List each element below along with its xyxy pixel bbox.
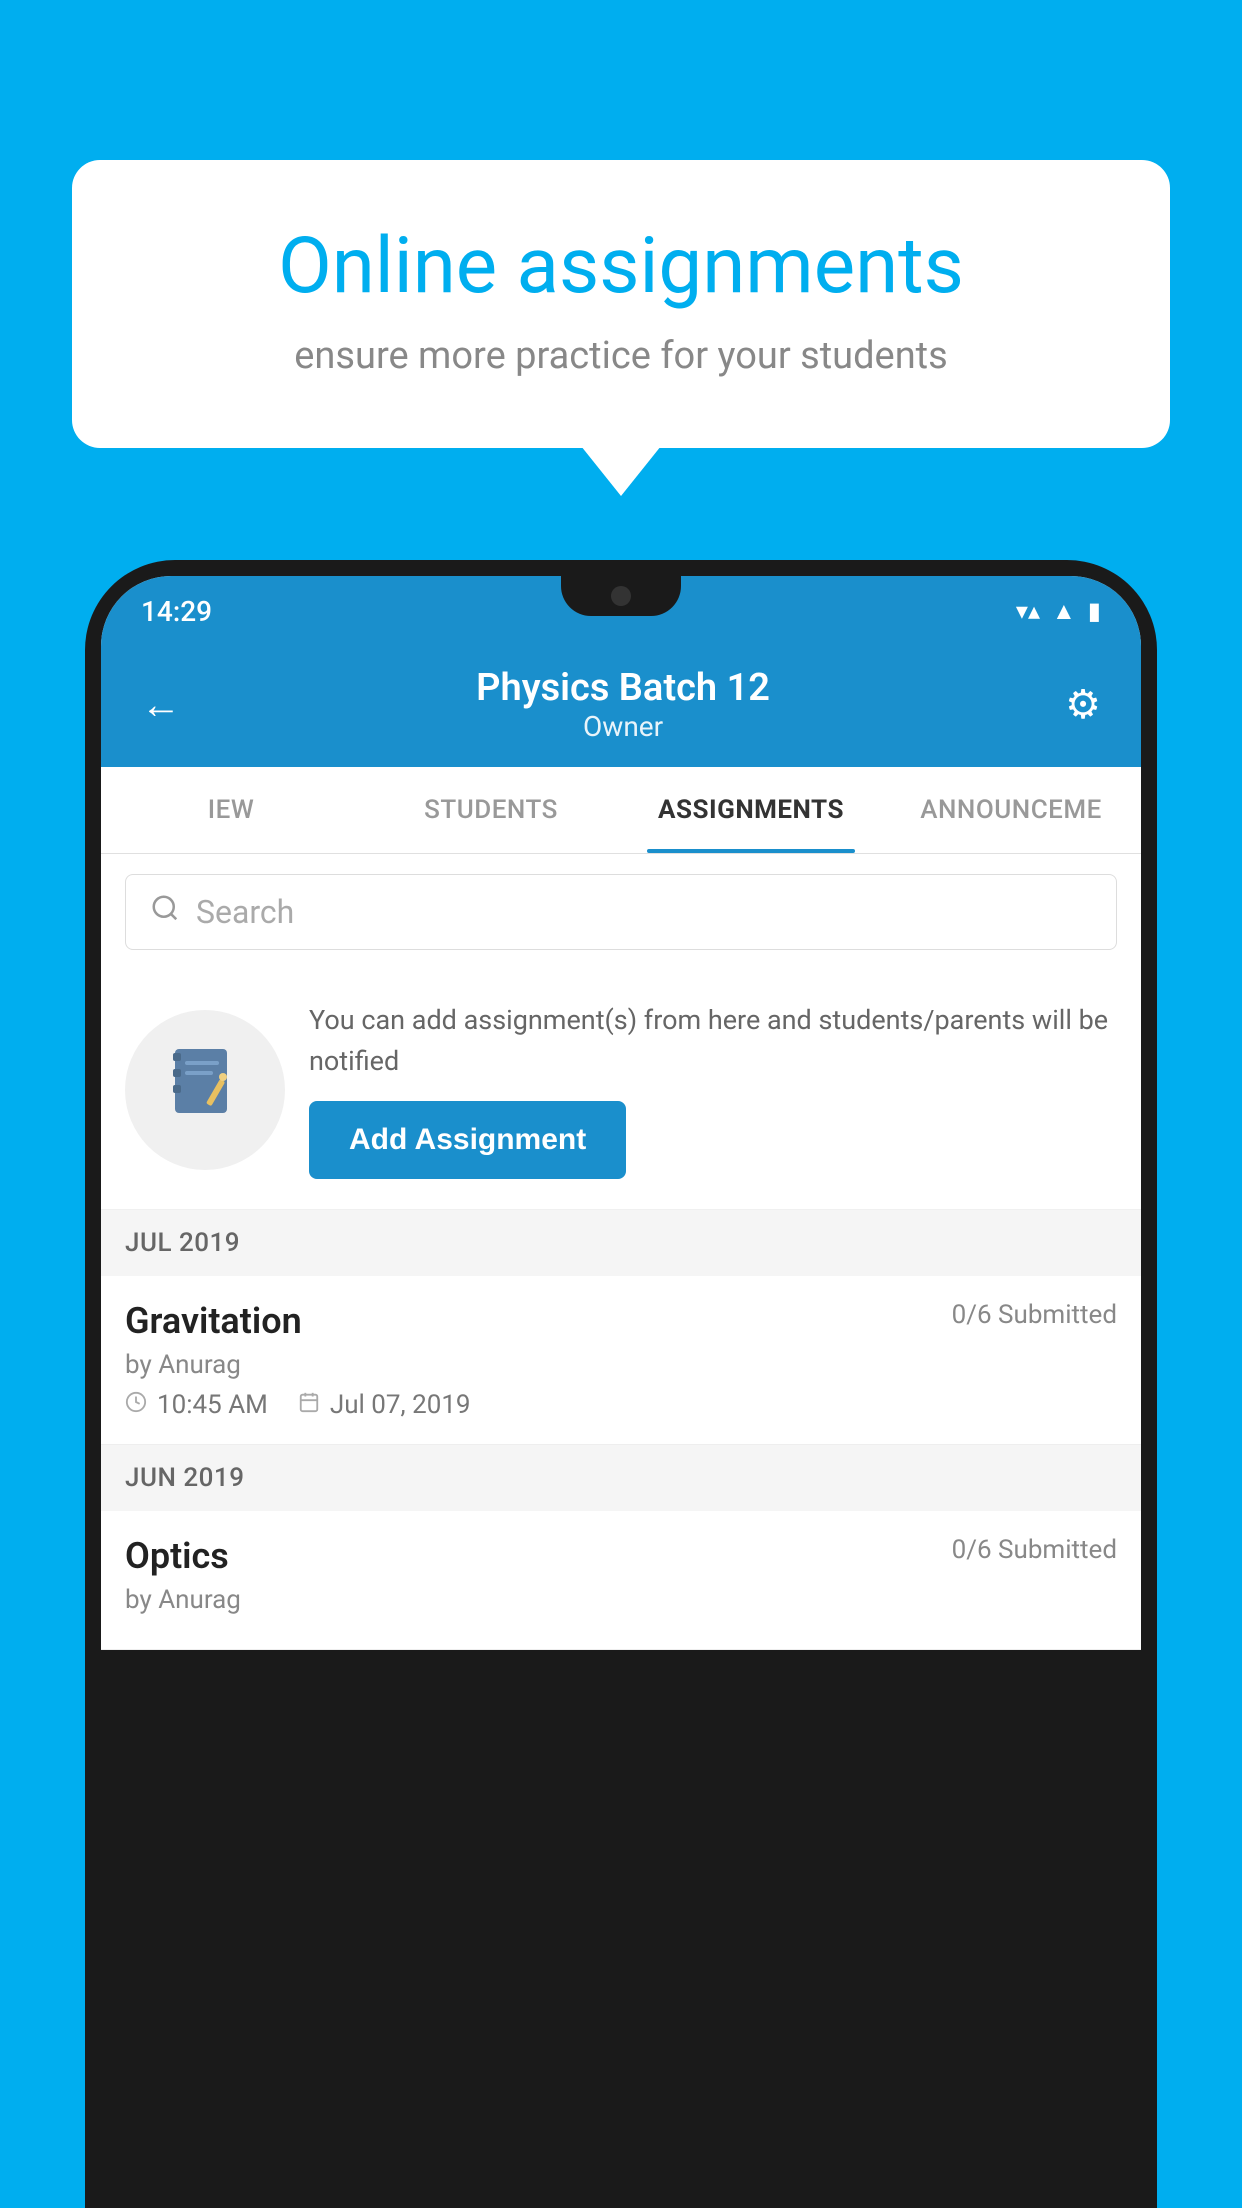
status-icons: ▾▴ ▲ ▮	[1016, 597, 1101, 626]
status-time: 14:29	[141, 595, 212, 628]
settings-icon[interactable]: ⚙	[1065, 681, 1101, 728]
assignment-date: Jul 07, 2019	[298, 1390, 471, 1420]
calendar-icon	[298, 1391, 320, 1419]
header-title: Physics Batch 12	[476, 666, 770, 710]
assignment-time-value: 10:45 AM	[157, 1390, 268, 1420]
assignment-status-optics: 0/6 Submitted	[952, 1535, 1117, 1565]
back-button[interactable]: ←	[141, 681, 181, 728]
promo-description: You can add assignment(s) from here and …	[309, 1000, 1117, 1081]
search-icon	[150, 893, 180, 931]
phone-screen: 14:29 ▾▴ ▲ ▮ ← Physics Batch 12 Owner ⚙ …	[101, 576, 1141, 1650]
notebook-icon	[165, 1041, 245, 1139]
assignment-author: by Anurag	[125, 1350, 1117, 1380]
assignment-author-optics: by Anurag	[125, 1585, 1117, 1615]
clock-icon	[125, 1391, 147, 1419]
tab-iew[interactable]: IEW	[101, 767, 361, 853]
tabs-bar: IEW STUDENTS ASSIGNMENTS ANNOUNCEME	[101, 767, 1141, 854]
wifi-icon: ▾▴	[1016, 597, 1040, 625]
assignment-name-optics: Optics	[125, 1535, 229, 1577]
phone-frame: 14:29 ▾▴ ▲ ▮ ← Physics Batch 12 Owner ⚙ …	[85, 560, 1157, 2208]
notch	[561, 576, 681, 616]
assignment-item-gravitation[interactable]: Gravitation 0/6 Submitted by Anurag 10:4…	[101, 1276, 1141, 1445]
assignment-name: Gravitation	[125, 1300, 302, 1342]
status-bar: 14:29 ▾▴ ▲ ▮	[101, 576, 1141, 646]
battery-icon: ▮	[1088, 597, 1101, 625]
header-title-group: Physics Batch 12 Owner	[476, 666, 770, 743]
header-subtitle: Owner	[476, 710, 770, 743]
app-header: ← Physics Batch 12 Owner ⚙	[101, 646, 1141, 767]
assignment-item-optics[interactable]: Optics 0/6 Submitted by Anurag	[101, 1511, 1141, 1650]
assignment-row1: Gravitation 0/6 Submitted	[125, 1300, 1117, 1342]
promo-icon-circle	[125, 1010, 285, 1170]
promo-text-group: You can add assignment(s) from here and …	[309, 1000, 1117, 1179]
notch-camera	[611, 586, 631, 606]
speech-bubble: Online assignments ensure more practice …	[72, 160, 1170, 448]
search-bar[interactable]: Search	[125, 874, 1117, 950]
assignment-date-value: Jul 07, 2019	[330, 1390, 471, 1420]
assignment-status: 0/6 Submitted	[952, 1300, 1117, 1330]
search-bar-container: Search	[101, 854, 1141, 970]
search-input-placeholder: Search	[196, 893, 294, 931]
tab-students[interactable]: STUDENTS	[361, 767, 621, 853]
promo-section: You can add assignment(s) from here and …	[101, 970, 1141, 1210]
bubble-subtitle: ensure more practice for your students	[152, 334, 1090, 378]
assignment-meta: 10:45 AM Jul 07, 2019	[125, 1390, 1117, 1420]
section-header-jun: JUN 2019	[101, 1445, 1141, 1511]
assignment-row1-optics: Optics 0/6 Submitted	[125, 1535, 1117, 1577]
speech-bubble-container: Online assignments ensure more practice …	[72, 160, 1170, 448]
assignment-time: 10:45 AM	[125, 1390, 268, 1420]
section-header-jul: JUL 2019	[101, 1210, 1141, 1276]
tab-assignments[interactable]: ASSIGNMENTS	[621, 767, 881, 853]
tab-announcements[interactable]: ANNOUNCEME	[881, 767, 1141, 853]
add-assignment-button[interactable]: Add Assignment	[309, 1101, 626, 1179]
bubble-title: Online assignments	[152, 220, 1090, 314]
signal-icon: ▲	[1052, 597, 1076, 626]
